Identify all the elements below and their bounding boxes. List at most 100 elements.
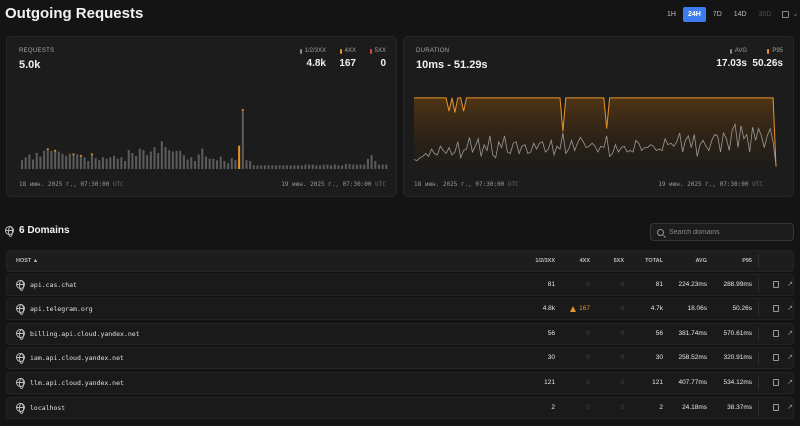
request-bar[interactable] <box>164 147 167 169</box>
request-bar[interactable] <box>157 152 160 169</box>
request-bar[interactable] <box>377 164 380 169</box>
table-row[interactable]: api.telegram.org 4.8k 167 0 4.7k 18.06s 50.26s… <box>6 298 794 320</box>
request-bar[interactable] <box>179 150 182 169</box>
request-bar[interactable] <box>98 160 101 169</box>
request-bar[interactable] <box>142 150 145 169</box>
request-bar[interactable] <box>35 152 38 169</box>
request-bar[interactable] <box>293 165 296 169</box>
request-bar[interactable] <box>374 160 377 169</box>
request-bar[interactable] <box>223 160 226 169</box>
copy-button[interactable] <box>770 402 782 414</box>
request-bar[interactable] <box>127 150 130 169</box>
request-bar[interactable] <box>54 151 57 169</box>
request-bar[interactable] <box>385 164 388 169</box>
request-bar[interactable] <box>32 159 35 169</box>
request-bar[interactable] <box>113 155 116 169</box>
avg-column-header[interactable]: AVG <box>695 251 707 271</box>
request-bar[interactable] <box>234 160 237 169</box>
table-row[interactable]: llm.api.cloud.yandex.net 121 0 0 121 407.77ms… <box>6 372 794 394</box>
request-bar[interactable] <box>333 164 336 169</box>
copy-button[interactable] <box>770 377 782 389</box>
request-bar[interactable] <box>146 155 149 169</box>
request-bar[interactable] <box>205 156 208 169</box>
request-bar[interactable] <box>201 148 204 169</box>
request-bar[interactable] <box>271 165 274 169</box>
request-bar[interactable] <box>212 158 215 169</box>
host-cell[interactable]: iam.api.cloud.yandex.net <box>30 348 124 368</box>
request-bar[interactable] <box>24 157 27 169</box>
request-bar-4xx[interactable] <box>238 145 241 169</box>
host-cell[interactable]: localhost <box>30 398 65 418</box>
request-bar[interactable] <box>171 151 174 169</box>
duration-line-chart[interactable] <box>404 37 795 198</box>
request-bar[interactable] <box>197 154 200 169</box>
copy-button[interactable] <box>770 352 782 364</box>
request-bar[interactable] <box>348 163 351 169</box>
copy-button[interactable] <box>770 279 782 291</box>
request-bar[interactable] <box>341 165 344 169</box>
request-bar[interactable] <box>216 160 219 169</box>
request-bar[interactable] <box>227 163 230 169</box>
host-cell[interactable]: api.cas.chat <box>30 275 77 295</box>
request-bar[interactable] <box>308 164 311 169</box>
request-bar[interactable] <box>61 153 64 169</box>
request-bar[interactable] <box>109 157 112 169</box>
copy-button[interactable] <box>770 328 782 340</box>
request-bar[interactable] <box>105 158 108 169</box>
request-bar[interactable] <box>300 165 303 169</box>
request-bar[interactable] <box>72 155 75 169</box>
request-bar[interactable] <box>245 160 248 169</box>
open-external-button[interactable]: ↗ <box>784 303 796 315</box>
request-bar[interactable] <box>79 156 82 169</box>
request-bar[interactable] <box>304 164 307 169</box>
5xx-column-header[interactable]: 5XX <box>614 251 624 271</box>
request-bar[interactable] <box>90 155 93 169</box>
request-bar[interactable] <box>46 150 49 169</box>
request-bar[interactable] <box>175 150 178 169</box>
copy-button[interactable] <box>770 303 782 315</box>
range-7d-button[interactable]: 7D <box>708 7 727 22</box>
request-bar[interactable] <box>87 160 90 169</box>
request-bar[interactable] <box>135 155 138 169</box>
host-cell[interactable]: api.telegram.org <box>30 299 93 319</box>
request-bar[interactable] <box>344 163 347 169</box>
request-bar[interactable] <box>76 154 79 169</box>
open-external-button[interactable]: ↗ <box>784 352 796 364</box>
range-14d-button[interactable]: 14D <box>729 7 752 22</box>
p95-column-header[interactable]: P95 <box>742 251 752 271</box>
request-bar[interactable] <box>252 165 255 169</box>
request-bar[interactable] <box>256 165 259 169</box>
request-bar[interactable] <box>83 157 86 169</box>
range-24h-button[interactable]: 24H <box>682 6 706 22</box>
request-bar[interactable] <box>182 155 185 169</box>
request-bar[interactable] <box>260 165 263 169</box>
request-bar[interactable] <box>68 153 71 169</box>
table-row[interactable]: api.cas.chat 81 0 0 81 224.23ms 288.99ms ↗ <box>6 274 794 296</box>
search-input[interactable] <box>669 228 789 236</box>
request-bar[interactable] <box>43 150 46 169</box>
range-1h-button[interactable]: 1H <box>662 7 681 22</box>
request-bar[interactable] <box>149 151 152 169</box>
open-external-button[interactable]: ↗ <box>784 328 796 340</box>
request-bar[interactable] <box>50 150 53 169</box>
request-bar[interactable] <box>138 148 141 169</box>
request-bar[interactable] <box>278 165 281 169</box>
request-bar[interactable] <box>282 165 285 169</box>
request-bar[interactable] <box>322 164 325 169</box>
request-bar[interactable] <box>101 157 104 169</box>
request-bar[interactable] <box>330 165 333 169</box>
open-external-button[interactable]: ↗ <box>784 377 796 389</box>
request-bar[interactable] <box>94 158 97 169</box>
request-bar[interactable] <box>359 164 362 169</box>
request-bar[interactable] <box>193 160 196 169</box>
request-bar[interactable] <box>186 159 189 169</box>
request-bar[interactable] <box>315 165 318 169</box>
request-bar[interactable] <box>311 164 314 169</box>
request-bar[interactable] <box>274 165 277 169</box>
request-bar[interactable] <box>57 151 60 169</box>
open-external-button[interactable]: ↗ <box>784 402 796 414</box>
request-bar[interactable] <box>370 155 373 169</box>
request-bar[interactable] <box>381 164 384 169</box>
request-bar[interactable] <box>116 158 119 169</box>
table-row[interactable]: billing.api.cloud.yandex.net 56 0 0 56 381.74… <box>6 323 794 345</box>
